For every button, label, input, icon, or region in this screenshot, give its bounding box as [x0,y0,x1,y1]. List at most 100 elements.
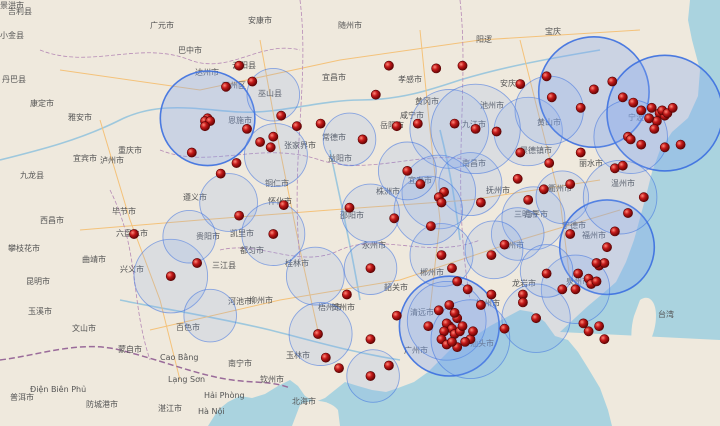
marker-dot[interactable] [315,118,326,129]
location-marker[interactable] [383,360,394,371]
marker-dot[interactable] [457,60,468,71]
marker-dot[interactable] [649,123,660,134]
location-marker[interactable] [215,168,226,179]
location-marker[interactable] [573,268,583,279]
location-marker[interactable] [462,284,473,295]
marker-dot[interactable] [575,102,586,113]
marker-dot[interactable] [447,336,457,347]
marker-dot[interactable] [591,276,602,287]
location-marker[interactable] [449,307,460,318]
marker-dot[interactable] [444,300,455,310]
location-marker[interactable] [602,242,612,253]
location-marker[interactable] [341,289,352,300]
marker-dot[interactable] [391,121,402,132]
location-marker[interactable] [649,123,660,134]
location-marker[interactable] [186,147,197,158]
marker-dot[interactable] [320,352,331,363]
marker-dot[interactable] [370,89,381,100]
marker-dot[interactable] [623,208,633,218]
location-marker[interactable] [320,352,331,363]
location-marker[interactable] [591,276,602,287]
location-marker[interactable] [255,137,265,147]
marker-dot[interactable] [628,97,639,108]
marker-dot[interactable] [433,305,444,316]
marker-dot[interactable] [638,192,649,203]
location-marker[interactable] [315,118,326,129]
location-marker[interactable] [486,250,497,260]
location-marker[interactable] [636,105,647,116]
location-marker[interactable] [365,371,376,381]
marker-dot[interactable] [436,250,447,260]
location-marker[interactable] [575,102,586,113]
location-marker[interactable] [278,200,289,210]
location-marker[interactable] [515,79,526,89]
marker-dot[interactable] [523,194,534,205]
marker-dot[interactable] [541,268,552,279]
marker-dot[interactable] [646,102,657,113]
location-marker[interactable] [365,334,376,345]
location-marker[interactable] [512,173,523,184]
location-marker[interactable] [591,258,602,268]
location-marker[interactable] [607,76,618,87]
marker-dot[interactable] [402,165,413,176]
location-marker[interactable] [594,321,604,331]
location-marker[interactable] [541,268,552,279]
location-marker[interactable] [599,334,610,345]
marker-dot[interactable] [357,134,368,145]
marker-dot[interactable] [539,184,549,195]
marker-dot[interactable] [617,92,628,103]
location-marker[interactable] [475,197,486,208]
location-marker[interactable] [433,305,444,316]
marker-dot[interactable] [341,289,352,300]
marker-dot[interactable] [334,363,344,373]
location-marker[interactable] [515,147,526,158]
location-marker[interactable] [541,71,552,82]
location-marker[interactable] [575,147,586,158]
location-marker[interactable] [491,126,502,137]
location-marker[interactable] [268,131,279,142]
location-marker[interactable] [636,139,647,150]
marker-dot[interactable] [383,60,394,71]
location-marker[interactable] [578,318,589,329]
marker-dot[interactable] [365,371,376,381]
location-marker[interactable] [391,121,402,132]
location-marker[interactable] [457,321,468,331]
marker-dot[interactable] [247,76,258,87]
location-marker[interactable] [415,179,426,189]
location-marker[interactable] [625,134,636,145]
marker-dot[interactable] [486,289,497,300]
location-marker[interactable] [234,210,244,221]
marker-dot[interactable] [391,310,402,321]
marker-dot[interactable] [389,213,400,224]
location-marker[interactable] [589,84,599,95]
marker-dot[interactable] [499,323,510,334]
marker-dot[interactable] [565,179,576,189]
marker-dot[interactable] [659,142,670,153]
location-marker[interactable] [276,110,287,121]
location-marker[interactable] [423,321,434,331]
location-marker[interactable] [610,226,620,237]
marker-dot[interactable] [165,271,176,281]
location-marker[interactable] [570,284,581,295]
marker-dot[interactable] [186,147,197,158]
marker-dot[interactable] [589,84,599,95]
location-marker[interactable] [486,289,497,300]
marker-dot[interactable] [452,276,463,287]
location-marker[interactable] [344,202,355,213]
marker-dot[interactable] [486,250,497,260]
marker-dot[interactable] [557,284,568,295]
location-marker[interactable] [389,213,400,224]
marker-dot[interactable] [192,258,202,268]
location-marker[interactable] [291,121,302,132]
marker-dot[interactable] [462,284,473,295]
location-marker[interactable] [644,113,654,124]
location-marker[interactable] [234,60,244,71]
marker-dot[interactable] [447,263,457,274]
marker-dot[interactable] [268,131,279,142]
marker-dot[interactable] [491,126,502,137]
marker-dot[interactable] [449,307,460,318]
marker-dot[interactable] [515,147,526,158]
location-marker[interactable] [221,81,231,92]
location-marker[interactable] [412,118,423,129]
location-marker[interactable] [357,134,368,145]
